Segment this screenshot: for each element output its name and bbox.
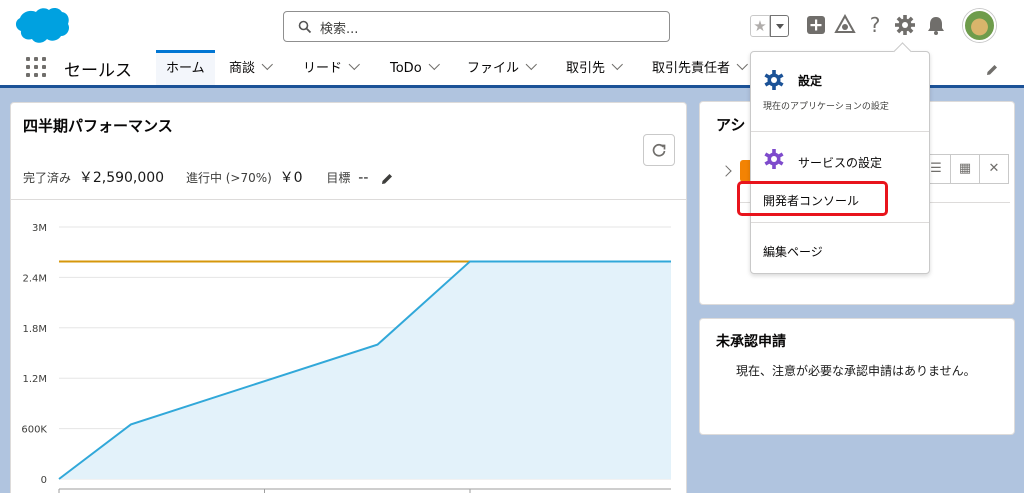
setup-gear-icon bbox=[764, 70, 784, 90]
card-title: アシ bbox=[716, 116, 746, 134]
chevron-down-icon[interactable] bbox=[261, 58, 273, 71]
chevron-down-icon[interactable] bbox=[736, 58, 748, 71]
y-tick-label: 2.4M bbox=[22, 273, 47, 284]
tab-todo[interactable]: ToDo bbox=[390, 50, 440, 85]
menu-item-setup-subtitle: 現在のアプリケーションの設定 bbox=[763, 102, 889, 112]
global-search-input[interactable]: 検索... bbox=[283, 11, 670, 42]
setup-menu: 設定 現在のアプリケーションの設定 サービスの設定 開発者コンソール 編集ページ bbox=[750, 51, 930, 274]
tab-label: 取引先 bbox=[566, 61, 606, 76]
menu-item-setup[interactable]: 設定 bbox=[798, 72, 822, 89]
tab-label: 商談 bbox=[229, 61, 256, 76]
edit-nav-pencil-icon[interactable] bbox=[985, 63, 999, 77]
close-icon[interactable]: ✕ bbox=[979, 154, 1009, 184]
empty-state-message: 現在、注意が必要な承認申請はありません。 bbox=[736, 364, 976, 378]
menu-divider bbox=[751, 131, 929, 132]
y-tick-label: 600K bbox=[21, 425, 47, 436]
help-icon[interactable]: ? bbox=[864, 14, 886, 36]
y-tick-label: 1.2M bbox=[22, 374, 47, 385]
menu-divider bbox=[751, 222, 929, 223]
tab-label: ToDo bbox=[390, 61, 422, 76]
assistant-actions: ☰ ▦ ✕ bbox=[921, 154, 1009, 184]
app-launcher-icon[interactable] bbox=[26, 57, 46, 77]
search-placeholder: 検索... bbox=[320, 22, 359, 37]
favorites-dropdown-icon[interactable] bbox=[770, 15, 789, 37]
tab-opportunities[interactable]: 商談 bbox=[229, 50, 273, 85]
favorites-star-icon[interactable]: ★ bbox=[750, 15, 770, 37]
calendar-icon[interactable]: ▦ bbox=[950, 154, 980, 184]
search-icon bbox=[298, 20, 312, 34]
y-tick-label: 3M bbox=[32, 223, 47, 234]
chevron-down-icon[interactable] bbox=[611, 58, 623, 71]
global-add-icon[interactable] bbox=[805, 14, 827, 36]
tab-label: ファイル bbox=[467, 61, 520, 76]
developer-console-highlight bbox=[737, 181, 888, 216]
tab-files[interactable]: ファイル bbox=[467, 50, 537, 85]
card-title: 未承認申請 bbox=[716, 334, 786, 350]
tab-label: リード bbox=[303, 61, 343, 76]
setup-gear-icon[interactable] bbox=[894, 14, 916, 36]
global-header: 検索... ★ ? bbox=[0, 0, 1024, 50]
pending-approvals-card: 未承認申請 現在、注意が必要な承認申請はありません。 bbox=[699, 318, 1015, 435]
app-name: セールス bbox=[64, 61, 132, 81]
quarterly-performance-card: 四半期パフォーマンス 完了済み ￥2,590,000 進行中 (>70%) ￥0… bbox=[10, 102, 687, 493]
y-tick-label: 0 bbox=[41, 475, 47, 486]
chevron-right-icon[interactable] bbox=[720, 165, 732, 177]
user-avatar[interactable] bbox=[963, 9, 996, 42]
chevron-down-icon[interactable] bbox=[428, 58, 440, 71]
service-setup-gear-icon bbox=[764, 149, 784, 169]
tab-accounts[interactable]: 取引先 bbox=[566, 50, 623, 85]
tab-home[interactable]: ホーム bbox=[156, 50, 215, 85]
salesforce-logo[interactable] bbox=[12, 6, 70, 46]
performance-line-chart: 0600K1.2M1.8M2.4M3M456 bbox=[21, 223, 671, 493]
y-tick-label: 1.8M bbox=[22, 324, 47, 335]
chevron-down-icon[interactable] bbox=[348, 58, 360, 71]
notifications-bell-icon[interactable] bbox=[925, 14, 947, 36]
trailhead-icon[interactable] bbox=[834, 14, 856, 36]
tab-label: ホーム bbox=[166, 61, 205, 76]
closed-area bbox=[59, 261, 671, 479]
tab-contacts[interactable]: 取引先責任者 bbox=[652, 50, 748, 85]
chevron-down-icon[interactable] bbox=[525, 58, 537, 71]
svg-text:?: ? bbox=[870, 14, 881, 36]
menu-item-edit-page[interactable]: 編集ページ bbox=[763, 243, 823, 260]
tab-leads[interactable]: リード bbox=[303, 50, 360, 85]
menu-item-service-setup[interactable]: サービスの設定 bbox=[798, 154, 882, 171]
tab-label: 取引先責任者 bbox=[652, 61, 731, 76]
